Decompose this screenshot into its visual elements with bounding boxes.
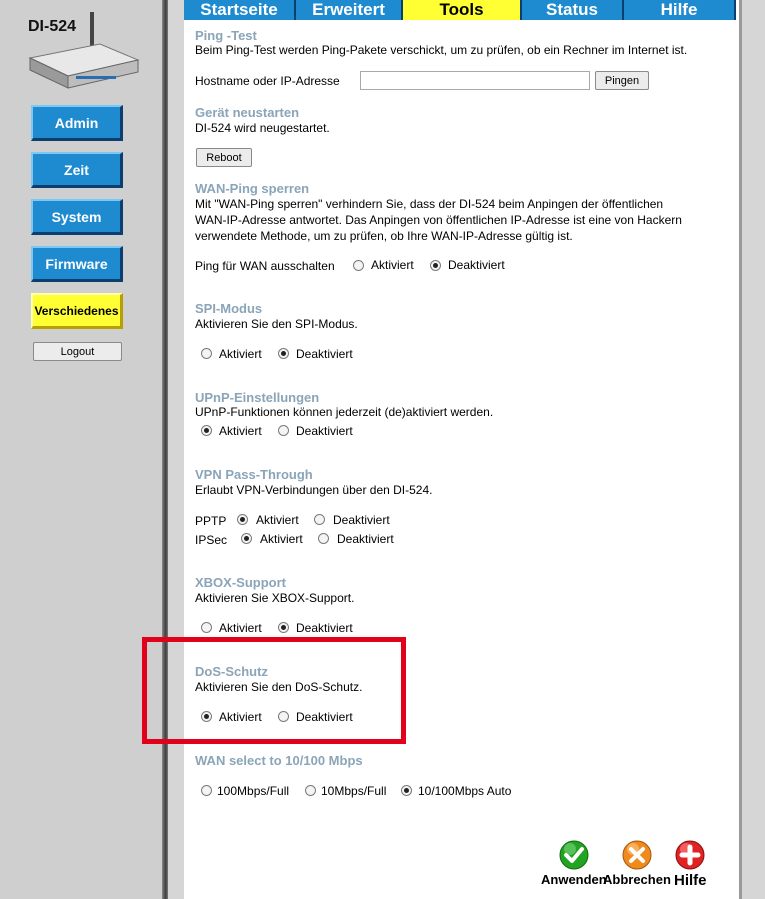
cancel-label: Abbrechen [603, 872, 671, 887]
spi-on-label: Aktiviert [219, 347, 262, 361]
sidebar-item-firmware[interactable]: Firmware [31, 246, 123, 282]
pptp-off-radio[interactable] [314, 514, 325, 525]
upnp-on-radio[interactable] [201, 425, 212, 436]
ping-section-title: Ping -Test [195, 28, 257, 43]
tab-status[interactable]: Status [522, 0, 624, 20]
check-icon [559, 840, 589, 870]
sidebar-item-system[interactable]: System [31, 199, 123, 235]
wan-speed-section-title: WAN select to 10/100 Mbps [195, 753, 363, 768]
apply-button[interactable]: Anwenden [541, 840, 607, 887]
top-tab-bar: Startseite Erweitert Tools Status Hilfe [184, 0, 736, 20]
sidebar-item-admin[interactable]: Admin [31, 105, 123, 141]
wan-auto-radio[interactable] [401, 785, 412, 796]
device-logo: DI-524 [20, 10, 145, 95]
wan-ping-description-3: verwendete Methode, um zu prüfen, ob Ihr… [195, 229, 573, 243]
logout-button[interactable]: Logout [33, 342, 122, 361]
content-gutter [168, 0, 184, 899]
wan-ping-off-radio[interactable] [430, 260, 441, 271]
wan-100full-radio[interactable] [201, 785, 212, 796]
xbox-on-radio[interactable] [201, 622, 212, 633]
ipsec-on-radio[interactable] [241, 533, 252, 544]
help-label: Hilfe [674, 872, 707, 889]
pptp-on-radio[interactable] [237, 514, 248, 525]
sidebar-item-verschiedenes[interactable]: Verschiedenes [31, 293, 123, 329]
restart-section-title: Gerät neustarten [195, 105, 300, 120]
spi-off-radio[interactable] [278, 348, 289, 359]
tab-erweitert[interactable]: Erweitert [296, 0, 403, 20]
pptp-label: PPTP [195, 514, 227, 528]
help-plus-icon [675, 840, 705, 870]
wan-ping-description-2: WAN-IP-Adresse antwortet. Das Anpingen v… [195, 213, 682, 227]
dos-on-label: Aktiviert [219, 710, 262, 724]
wan-ping-description-1: Mit "WAN-Ping sperren" verhindern Sie, d… [195, 197, 664, 211]
xbox-on-label: Aktiviert [219, 621, 262, 635]
spi-section-title: SPI-Modus [195, 301, 263, 316]
wan-ping-on-label: Aktiviert [371, 258, 414, 272]
ipsec-off-radio[interactable] [318, 533, 329, 544]
upnp-off-radio[interactable] [278, 425, 289, 436]
apply-label: Anwenden [541, 872, 607, 887]
router-icon [28, 12, 140, 89]
upnp-on-label: Aktiviert [219, 424, 262, 438]
dos-on-radio[interactable] [201, 711, 212, 722]
wan-ping-option-label: Ping für WAN ausschalten [195, 259, 335, 273]
wan-ping-off-label: Deaktiviert [448, 258, 505, 272]
tab-startseite[interactable]: Startseite [184, 0, 296, 20]
spi-on-radio[interactable] [201, 348, 212, 359]
cancel-icon [622, 840, 652, 870]
dos-off-label: Deaktiviert [296, 710, 353, 724]
ping-host-label: Hostname oder IP-Adresse [195, 74, 340, 88]
dos-description: Aktivieren Sie den DoS-Schutz. [195, 680, 363, 694]
cancel-button[interactable]: Abbrechen [603, 840, 671, 887]
upnp-description: UPnP-Funktionen können jederzeit (de)akt… [195, 405, 494, 419]
wan-10full-radio[interactable] [305, 785, 316, 796]
ipsec-label: IPSec [195, 533, 228, 547]
pptp-on-label: Aktiviert [256, 513, 299, 527]
wan-ping-on-radio[interactable] [353, 260, 364, 271]
help-button[interactable]: Hilfe [674, 840, 707, 889]
ipsec-off-label: Deaktiviert [337, 532, 394, 546]
xbox-off-label: Deaktiviert [296, 621, 353, 635]
xbox-section-title: XBOX-Support [195, 575, 286, 590]
sidebar-item-zeit[interactable]: Zeit [31, 152, 123, 188]
upnp-section-title: UPnP-Einstellungen [195, 390, 320, 405]
wan-auto-label: 10/100Mbps Auto [418, 784, 512, 798]
ping-button[interactable]: Pingen [595, 71, 649, 90]
dos-section-title: DoS-Schutz [195, 664, 268, 679]
tab-tools[interactable]: Tools [403, 0, 522, 20]
ipsec-on-label: Aktiviert [260, 532, 303, 546]
upnp-off-label: Deaktiviert [296, 424, 353, 438]
xbox-description: Aktivieren Sie XBOX-Support. [195, 591, 355, 605]
xbox-off-radio[interactable] [278, 622, 289, 633]
right-gutter [739, 0, 765, 899]
pptp-off-label: Deaktiviert [333, 513, 390, 527]
tab-hilfe[interactable]: Hilfe [624, 0, 736, 20]
reboot-button[interactable]: Reboot [196, 148, 252, 167]
vpn-description: Erlaubt VPN-Verbindungen über den DI-524… [195, 483, 433, 497]
dos-off-radio[interactable] [278, 711, 289, 722]
host-input[interactable] [360, 71, 590, 90]
spi-description: Aktivieren Sie den SPI-Modus. [195, 317, 358, 331]
vpn-section-title: VPN Pass-Through [195, 467, 313, 482]
spi-off-label: Deaktiviert [296, 347, 353, 361]
ping-description: Beim Ping-Test werden Ping-Pakete versch… [195, 43, 688, 57]
content-edge [739, 0, 742, 899]
wan-100full-label: 100Mbps/Full [217, 784, 290, 798]
wan-10full-label: 10Mbps/Full [321, 784, 387, 798]
restart-description: DI-524 wird neugestartet. [195, 121, 330, 135]
wan-ping-section-title: WAN-Ping sperren [195, 181, 310, 196]
